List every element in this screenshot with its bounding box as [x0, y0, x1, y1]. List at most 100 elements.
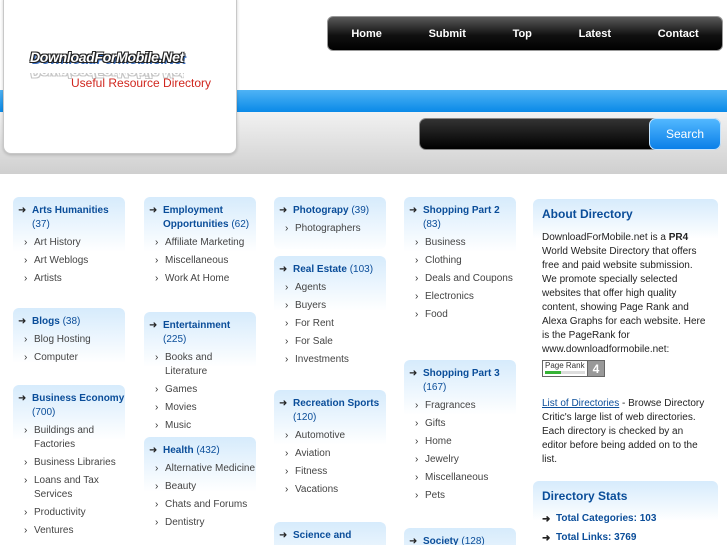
subcategory-item[interactable]: › Chats and Forums	[149, 498, 256, 512]
category-name[interactable]: Science and	[293, 530, 351, 541]
arrow-icon: ➜	[279, 398, 288, 409]
subcategory-item[interactable]: › Vacations	[279, 483, 386, 497]
subcategory-item[interactable]: › Food	[409, 308, 516, 322]
subcategory-name: Business	[425, 237, 466, 248]
subcategory-item[interactable]: › Computer	[18, 351, 125, 365]
subcategory-item[interactable]: › Work At Home	[149, 272, 256, 286]
category-title[interactable]: ➜ Health (432)	[149, 444, 256, 458]
category-name[interactable]: Shopping Part 2	[423, 205, 500, 216]
subcategory-item[interactable]: › Beauty	[149, 480, 256, 494]
category-name[interactable]: Blogs	[32, 316, 60, 327]
stat-total-categories[interactable]: ➜ Total Categories: 103	[542, 513, 709, 526]
category-count: (700)	[32, 407, 56, 418]
nav-home[interactable]: Home	[341, 28, 392, 40]
subcategory-item[interactable]: › Investments	[279, 353, 386, 367]
category-heading: Business Economy (700)	[32, 392, 125, 420]
category-name[interactable]: Shopping Part 3	[423, 368, 500, 379]
category-name[interactable]: Recreation Sports	[293, 398, 379, 409]
arrow-icon: ➜	[542, 533, 551, 544]
subcategory-item[interactable]: › Blog Hosting	[18, 333, 125, 347]
category-title[interactable]: ➜ Entertainment (225)	[149, 319, 256, 347]
category-name[interactable]: Photograpy	[293, 205, 349, 216]
subcategory-item[interactable]: › Music	[149, 419, 256, 433]
category-title[interactable]: ➜ Photograpy (39)	[279, 204, 386, 218]
category-name[interactable]: Health	[163, 445, 194, 456]
subcategory-item[interactable]: › Photographers	[279, 222, 386, 236]
subcategory-item[interactable]: › Business	[409, 236, 516, 250]
category-name[interactable]: Entertainment	[163, 320, 230, 331]
site-logo[interactable]: DownloadForMobile.Net	[30, 49, 184, 65]
subcategory-item[interactable]: › Buildings and Factories	[18, 424, 125, 452]
category-count: (38)	[62, 316, 81, 327]
subcategory-item[interactable]: › Dentistry	[149, 516, 256, 530]
subcategory-item[interactable]: › Games	[149, 383, 256, 397]
chevron-right-icon: ›	[24, 457, 28, 468]
arrow-icon: ➜	[409, 536, 418, 545]
subcategory-item[interactable]: › Home	[409, 435, 516, 449]
subcategory-item[interactable]: › Fitness	[279, 465, 386, 479]
subcategory-item[interactable]: › Electronics	[409, 290, 516, 304]
chevron-right-icon: ›	[24, 352, 28, 363]
category-name[interactable]: Arts Humanities	[32, 205, 109, 216]
directory-stats-panel: Directory Stats ➜ Total Categories: 103 ➜…	[533, 481, 718, 545]
category-title[interactable]: ➜ Science and	[279, 529, 386, 543]
chevron-right-icon: ›	[415, 418, 419, 429]
nav-latest[interactable]: Latest	[569, 28, 621, 40]
subcategory-item[interactable]: › Automotive	[279, 429, 386, 443]
subcategory-item[interactable]: › Ventures	[18, 524, 125, 538]
subcategory-item[interactable]: › Clothing	[409, 254, 516, 268]
category-title[interactable]: ➜ Business Economy (700)	[18, 392, 125, 420]
category-title[interactable]: ➜ Real Estate (103)	[279, 263, 386, 277]
subcategory-item[interactable]: › Productivity	[18, 506, 125, 520]
subcategory-item[interactable]: › Deals and Coupons	[409, 272, 516, 286]
stat-total-links[interactable]: ➜ Total Links: 3769	[542, 532, 709, 545]
category-title[interactable]: ➜ Shopping Part 2 (83)	[409, 204, 516, 232]
category-title[interactable]: ➜ Employment Opportunities (62)	[149, 204, 256, 232]
subcategory-item[interactable]: › Pets	[409, 489, 516, 503]
subcategory-item[interactable]: › Affiliate Marketing	[149, 236, 256, 250]
subcategory-item[interactable]: › Miscellaneous	[149, 254, 256, 268]
subcategory-item[interactable]: › Loans and Tax Services	[18, 474, 125, 502]
subcategory-item[interactable]: › Jewelry	[409, 453, 516, 467]
subcategory-name: Work At Home	[165, 273, 230, 284]
search-input[interactable]	[426, 124, 648, 144]
subcategory-item[interactable]: › Alternative Medicine	[149, 462, 256, 476]
subcategory-name: Dentistry	[165, 517, 205, 528]
subcategory-item[interactable]: › Gifts	[409, 417, 516, 431]
subcategory-name: For Sale	[295, 336, 333, 347]
subcategory-item[interactable]: › Books and Literature	[149, 351, 256, 379]
subcategory-item[interactable]: › Aviation	[279, 447, 386, 461]
category-title[interactable]: ➜ Recreation Sports (120)	[279, 397, 386, 425]
category-title[interactable]: ➜ Arts Humanities (37)	[18, 204, 125, 232]
pagerank-badge[interactable]: Page Rank 4	[542, 360, 605, 377]
category-title[interactable]: ➜ Shopping Part 3 (167)	[409, 367, 516, 395]
nav-top[interactable]: Top	[503, 28, 542, 40]
list-of-directories-link[interactable]: List of Directories	[542, 398, 619, 409]
subcategory-name: Photographers	[295, 223, 361, 234]
category-name[interactable]: Society	[423, 536, 459, 545]
subcategory-item[interactable]: › Artists	[18, 272, 125, 286]
search-button[interactable]: Search	[649, 118, 721, 150]
subcategory-item[interactable]: › Business Libraries	[18, 456, 125, 470]
nav-contact[interactable]: Contact	[648, 28, 709, 40]
chevron-right-icon: ›	[24, 425, 28, 436]
category-name[interactable]: Employment Opportunities	[163, 205, 229, 230]
category-box: ➜ Recreation Sports (120) › Automotive › Avia…	[274, 390, 386, 503]
category-name[interactable]: Business Economy	[32, 393, 124, 404]
subcategory-item[interactable]: › Movies	[149, 401, 256, 415]
chevron-right-icon: ›	[155, 402, 159, 413]
subcategory-item[interactable]: › Agents	[279, 281, 386, 295]
arrow-icon: ➜	[18, 205, 27, 216]
subcategory-item[interactable]: › Art Weblogs	[18, 254, 125, 268]
category-title[interactable]: ➜ Blogs (38)	[18, 315, 125, 329]
category-name[interactable]: Real Estate	[293, 264, 347, 275]
category-title[interactable]: ➜ Society (128)	[409, 535, 516, 545]
subcategory-item[interactable]: › Fragrances	[409, 399, 516, 413]
subcategory-item[interactable]: › Art History	[18, 236, 125, 250]
nav-submit[interactable]: Submit	[419, 28, 476, 40]
subcategory-name: Art History	[34, 237, 81, 248]
subcategory-item[interactable]: › For Sale	[279, 335, 386, 349]
subcategory-item[interactable]: › For Rent	[279, 317, 386, 331]
subcategory-item[interactable]: › Miscellaneous	[409, 471, 516, 485]
subcategory-item[interactable]: › Buyers	[279, 299, 386, 313]
